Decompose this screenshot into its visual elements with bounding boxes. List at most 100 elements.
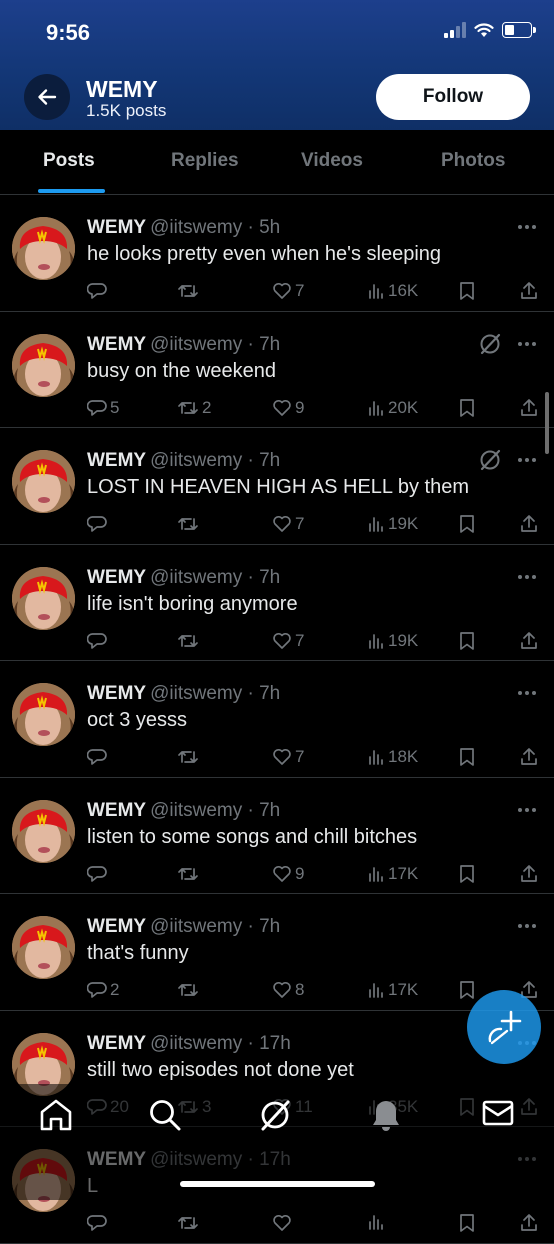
author-name[interactable]: WEMY [87, 567, 146, 588]
views-button[interactable] [367, 1213, 388, 1231]
avatar[interactable] [12, 799, 75, 863]
bookmark-button[interactable] [458, 398, 476, 418]
author-name[interactable]: WEMY [87, 450, 146, 471]
author-name[interactable]: WEMY [87, 217, 146, 238]
avatar[interactable] [12, 916, 75, 979]
author-handle[interactable]: @iitswemy · 7h [150, 683, 280, 704]
reply-button[interactable] [87, 747, 110, 767]
more-icon[interactable] [518, 574, 536, 579]
more-icon[interactable] [518, 225, 536, 229]
scrollbar[interactable] [545, 392, 549, 454]
repost-button[interactable] [177, 1213, 202, 1233]
more-icon[interactable] [518, 691, 536, 695]
reply-button[interactable] [87, 631, 110, 651]
repost-button[interactable]: 2 [177, 398, 211, 418]
nav-messages[interactable] [482, 1098, 514, 1133]
like-button[interactable]: 7 [272, 631, 304, 651]
avatar[interactable] [12, 333, 75, 397]
avatar[interactable] [12, 217, 75, 280]
like-button[interactable]: 7 [272, 281, 304, 301]
like-button[interactable] [272, 1213, 295, 1233]
views-button[interactable]: 19K [367, 514, 418, 534]
post-2[interactable]: WEMY @iitswemy · 7h busy on the weekend 5 [0, 312, 554, 428]
share-button[interactable] [519, 1213, 539, 1233]
home-indicator[interactable] [180, 1181, 375, 1187]
author-handle[interactable]: @iitswemy · 7h [150, 334, 280, 355]
bookmark-button[interactable] [458, 980, 476, 1000]
back-button[interactable] [24, 74, 70, 120]
post-5[interactable]: WEMY @iitswemy · 7h oct 3 yesss 7 18K [0, 661, 554, 778]
views-button[interactable]: 19K [367, 631, 418, 651]
views-button[interactable]: 20K [367, 398, 418, 418]
views-button[interactable]: 18K [367, 747, 418, 767]
follow-button[interactable]: Follow [376, 74, 530, 120]
compose-button[interactable] [467, 990, 541, 1064]
share-button[interactable] [519, 281, 539, 301]
post-3[interactable]: WEMY @iitswemy · 7h LOST IN HEAVEN HIGH A… [0, 428, 554, 545]
nav-home[interactable] [38, 1098, 74, 1137]
like-button[interactable]: 7 [272, 514, 304, 534]
share-button[interactable] [519, 631, 539, 651]
views-button[interactable]: 16K [367, 281, 418, 301]
repost-button[interactable] [177, 980, 202, 1000]
views-button[interactable]: 17K [367, 864, 418, 884]
grok-icon[interactable] [478, 448, 502, 477]
share-button[interactable] [519, 747, 539, 767]
more-icon[interactable] [518, 341, 536, 346]
author-name[interactable]: WEMY [87, 916, 146, 937]
post-4[interactable]: WEMY @iitswemy · 7h life isn't boring any… [0, 545, 554, 661]
author-handle[interactable]: @iitswemy · 7h [150, 567, 280, 588]
bookmark-button[interactable] [458, 631, 476, 651]
reply-button[interactable] [87, 514, 110, 534]
author-name[interactable]: WEMY [87, 334, 146, 355]
post-6[interactable]: WEMY @iitswemy · 7h listen to some songs … [0, 778, 554, 894]
like-button[interactable]: 9 [272, 864, 304, 884]
repost-button[interactable] [177, 864, 202, 884]
like-button[interactable]: 9 [272, 398, 304, 418]
repost-button[interactable] [177, 747, 202, 767]
tab-videos[interactable]: Videos [301, 150, 363, 172]
reply-button[interactable] [87, 281, 110, 301]
author-handle[interactable]: @iitswemy · 7h [150, 916, 280, 937]
tab-posts[interactable]: Posts [43, 150, 95, 172]
post-7[interactable]: WEMY @iitswemy · 7h that's funny 2 8 17K [0, 894, 554, 1011]
bookmark-button[interactable] [458, 281, 476, 301]
like-button[interactable]: 7 [272, 747, 304, 767]
post-1[interactable]: WEMY @iitswemy · 5h he looks pretty even … [0, 195, 554, 312]
share-button[interactable] [519, 864, 539, 884]
like-button[interactable]: 8 [272, 980, 304, 1000]
repost-button[interactable] [177, 514, 202, 534]
more-icon[interactable] [518, 807, 536, 812]
tab-replies[interactable]: Replies [171, 150, 239, 172]
nav-notifications[interactable] [370, 1098, 402, 1137]
author-handle[interactable]: @iitswemy · 7h [150, 800, 280, 821]
reply-button[interactable] [87, 1213, 110, 1233]
repost-button[interactable] [177, 631, 202, 651]
share-button[interactable] [519, 398, 539, 418]
more-icon[interactable] [518, 458, 536, 462]
author-handle[interactable]: @iitswemy · 5h [150, 217, 280, 238]
author-name[interactable]: WEMY [87, 683, 146, 704]
views-button[interactable]: 17K [367, 980, 418, 1000]
more-icon[interactable] [518, 924, 536, 928]
repost-button[interactable] [177, 281, 202, 301]
author-name[interactable]: WEMY [87, 800, 146, 821]
bookmark-button[interactable] [458, 514, 476, 534]
author-handle[interactable]: @iitswemy · 17h [150, 1033, 291, 1054]
author-handle[interactable]: @iitswemy · 7h [150, 450, 280, 471]
reply-button[interactable]: 5 [87, 398, 119, 418]
avatar[interactable] [12, 566, 75, 630]
nav-grok[interactable] [258, 1098, 292, 1137]
reply-button[interactable] [87, 864, 110, 884]
bookmark-button[interactable] [458, 864, 476, 884]
share-button[interactable] [519, 514, 539, 534]
avatar[interactable] [12, 450, 75, 513]
grok-icon[interactable] [478, 332, 502, 361]
avatar[interactable] [12, 683, 75, 746]
reply-button[interactable]: 2 [87, 980, 119, 1000]
tab-photos[interactable]: Photos [441, 150, 505, 172]
author-name[interactable]: WEMY [87, 1033, 146, 1054]
nav-search[interactable] [148, 1098, 182, 1137]
bookmark-button[interactable] [458, 747, 476, 767]
bookmark-button[interactable] [458, 1213, 476, 1233]
